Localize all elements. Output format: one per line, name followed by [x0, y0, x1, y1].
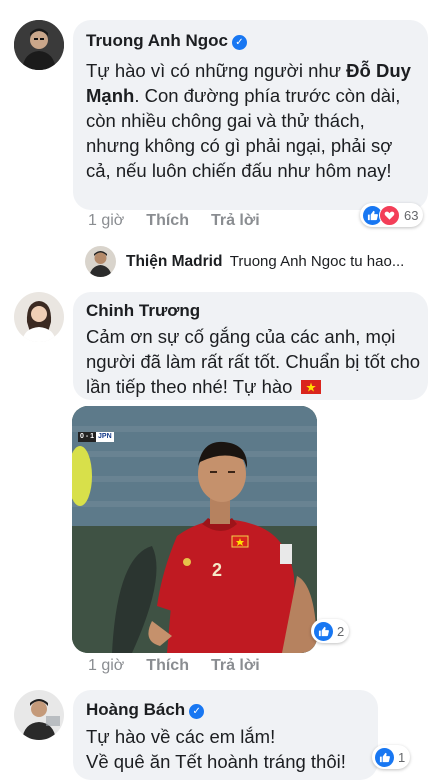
like-link[interactable]: Thích	[146, 212, 189, 229]
comment-time: 1 giờ	[88, 657, 125, 674]
reaction-summary[interactable]: 1	[372, 745, 411, 769]
reply-snippet: Truong Anh Ngoc tu hao...	[229, 253, 405, 270]
comment-actions: 1 giờ Thích Trả lời	[88, 212, 282, 230]
reaction-count: 1	[398, 749, 406, 765]
comment-photo[interactable]: 2 0 - 1 JPN	[72, 406, 317, 653]
comment-bubble: Truong Anh Ngoc ✓ Tự hào vì có những ngườ…	[73, 20, 428, 210]
score-text: 0 - 1	[78, 432, 97, 442]
comment-text: Tự hào về các em lắm! Về quê ăn Tết hoàn…	[86, 726, 346, 772]
reply-link[interactable]: Trả lời	[211, 657, 260, 674]
team-label: JPN	[96, 432, 114, 442]
comment-author[interactable]: Chinh Trương	[86, 301, 200, 321]
vietnam-flag-icon	[300, 380, 321, 394]
comment-actions: 1 giờ Thích Trả lời	[88, 657, 282, 675]
like-reaction-icon	[314, 621, 333, 641]
avatar-chinh-truong[interactable]	[14, 292, 64, 342]
love-reaction-icon	[379, 204, 400, 226]
like-reaction-icon	[375, 747, 394, 767]
comment-author[interactable]: Hoàng Bách	[86, 700, 185, 719]
reply-link[interactable]: Trả lời	[211, 212, 260, 229]
avatar-truong-anh-ngoc[interactable]	[14, 20, 64, 70]
comment-bubble: Hoàng Bách ✓ Tự hào về các em lắm! Về quê…	[73, 690, 378, 780]
avatar-hoang-bach[interactable]	[14, 690, 64, 740]
reply-author[interactable]: Thiện Madrid	[126, 253, 222, 270]
reaction-count: 63	[404, 207, 419, 223]
verified-badge-icon: ✓	[231, 35, 247, 50]
comment-text: Tự hào vì có những người như Đỗ Duy Mạnh…	[86, 60, 411, 181]
comment-author[interactable]: Truong Anh Ngoc	[86, 31, 228, 50]
comment-time: 1 giờ	[88, 212, 125, 229]
jersey-number: 2	[212, 560, 222, 580]
reply-preview[interactable]: Thiện Madrid Truong Anh Ngoc tu hao...	[126, 253, 404, 271]
verified-badge-icon: ✓	[189, 704, 205, 719]
comment-text: Cảm ơn sự cố gắng của các anh, mọi người…	[86, 326, 421, 397]
avatar-thien-madrid[interactable]	[85, 246, 116, 277]
reaction-count: 2	[337, 623, 345, 639]
score-overlay: 0 - 1 JPN	[78, 432, 114, 442]
reaction-summary[interactable]: 63	[360, 203, 424, 227]
reaction-summary[interactable]: 2	[311, 619, 350, 643]
comment-bubble: Chinh Trương Cảm ơn sự cố gắng của các a…	[73, 292, 428, 400]
like-link[interactable]: Thích	[146, 657, 189, 674]
